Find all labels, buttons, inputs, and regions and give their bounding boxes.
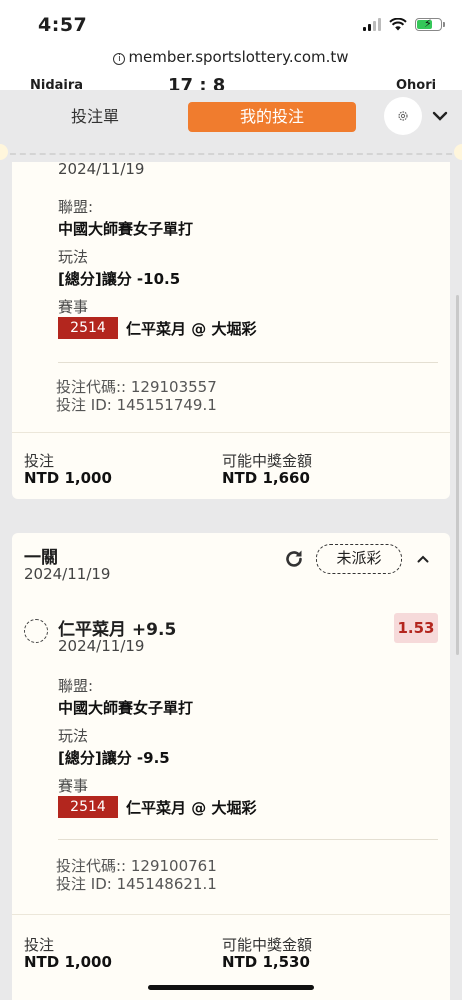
payout-label: 可能中獎金額 [222,452,313,470]
stake-label: 投注 [24,452,55,470]
play-label: 玩法 [58,248,89,266]
payout-label: 可能中獎金額 [222,936,313,954]
stake-value: NTD 1,000 [24,953,112,971]
score-left-team: Nidaira [30,78,84,90]
selection-date: 2024/11/19 [58,637,145,655]
league-label: 聯盟: [58,677,94,695]
play-label: 玩法 [58,727,89,745]
status-bar: 4:57 ⚡ [0,0,462,48]
panel-tabs: 投注單 我的投注 [0,90,462,145]
tear-line [0,153,462,155]
chevron-down-icon [432,111,448,121]
selection-date: 2024/11/19 [58,162,145,178]
bet-id: 投注 ID: 145148621.1 [56,875,217,893]
score-right-team: Ohori [396,78,437,90]
status-badge: 未派彩 [316,544,402,574]
battery-icon: ⚡ [415,17,445,31]
collapse-panel-button[interactable] [428,104,452,128]
play-value: [總分]讓分 -10.5 [58,270,181,288]
event-row: 2514 仁平菜月 @ 大堀彩 [58,796,256,818]
card-footer-separator [12,914,450,915]
event-code-badge: 2514 [58,317,118,339]
ticket-notch-right [454,144,462,160]
divider [58,839,438,840]
scrollbar[interactable] [456,295,459,655]
collapse-bet-button[interactable] [412,548,434,570]
refresh-icon [286,550,302,567]
event-row: 2514 仁平菜月 @ 大堀彩 [58,317,256,339]
bet-code: 投注代碼:: 129100761 [56,857,217,875]
settings-button[interactable] [384,97,422,135]
chevron-up-icon [417,555,429,563]
selection-status-icon [24,619,48,643]
league-label: 聯盟: [58,198,94,216]
home-indicator[interactable] [148,985,314,990]
divider [58,362,438,363]
card-footer-separator [12,432,450,433]
tab-my-bets[interactable]: 我的投注 [188,102,356,132]
odds-badge: 1.53 [394,613,438,643]
event-code-badge: 2514 [58,796,118,818]
score-strip: Nidaira 17 : 8 Ohori [0,76,462,90]
bet-date: 2024/11/19 [24,565,111,583]
bet-card: 2024/11/19 聯盟: 中國大師賽女子單打 玩法 [總分]讓分 -10.5… [12,162,450,499]
stake-value: NTD 1,000 [24,469,112,487]
payout-value: NTD 1,660 [222,469,310,487]
event-name: 仁平菜月 @ 大堀彩 [126,319,257,338]
league-value: 中國大師賽女子單打 [58,220,194,238]
payout-value: NTD 1,530 [222,953,310,971]
ticket-notch-left [0,144,8,160]
browser-url-bar[interactable]: i member.sportslottery.com.tw [0,48,462,76]
bets-list[interactable]: 2024/11/19 聯盟: 中國大師賽女子單打 玩法 [總分]讓分 -10.5… [0,162,462,1000]
tab-bet-slip[interactable]: 投注單 [30,102,160,132]
wifi-icon [389,18,407,31]
info-icon: i [113,53,126,65]
bet-panel: 投注單 我的投注 2024/11/19 聯盟: 中國大師賽女子單打 玩法 [總分… [0,90,462,1000]
league-value: 中國大師賽女子單打 [58,699,194,717]
event-label: 賽事 [58,777,89,795]
score-value: 17 : 8 [168,76,226,90]
stake-label: 投注 [24,936,55,954]
url-text: member.sportslottery.com.tw [128,48,349,66]
play-value: [總分]讓分 -9.5 [58,749,170,767]
bet-id: 投注 ID: 145151749.1 [56,396,217,414]
refresh-button[interactable] [280,545,308,573]
event-label: 賽事 [58,298,89,316]
status-icons: ⚡ [363,17,445,31]
status-time: 4:57 [38,14,88,36]
gear-icon [398,111,408,121]
signal-icon [363,18,381,31]
bet-code: 投注代碼:: 129103557 [56,378,217,396]
bet-card: 一關 2024/11/19 未派彩 仁平菜月 +9.5 2024/11/19 1… [12,533,450,1000]
event-name: 仁平菜月 @ 大堀彩 [126,798,257,817]
